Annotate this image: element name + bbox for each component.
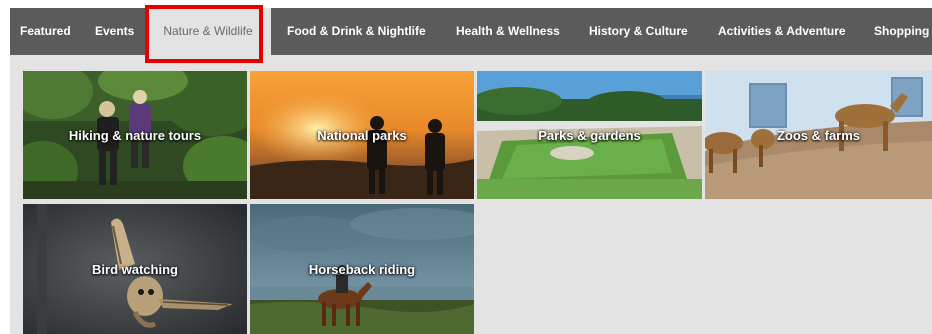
tab-health-wellness[interactable]: Health & Wellness [456, 8, 560, 55]
category-browser: Featured Events Nature & Wildlife Food &… [10, 8, 932, 334]
tab-nature-wildlife[interactable]: Nature & Wildlife [145, 8, 271, 55]
tab-activities-adventure[interactable]: Activities & Adventure [718, 8, 846, 55]
tab-featured[interactable]: Featured [20, 8, 71, 55]
tile-label: National parks [317, 128, 407, 143]
tile-label: Zoos & farms [776, 128, 861, 143]
tile-zoos-farms[interactable]: Zoos & farms [705, 71, 932, 199]
tab-food-drink-nightlife[interactable]: Food & Drink & Nightlife [287, 8, 426, 55]
tile-national-parks[interactable]: National parks [250, 71, 474, 199]
tile-parks-gardens[interactable]: Parks & gardens [477, 71, 702, 199]
tile-label: Bird watching [92, 262, 178, 277]
tile-hiking-nature-tours[interactable]: Hiking & nature tours [23, 71, 247, 199]
tile-bird-watching[interactable]: Bird watching [23, 204, 247, 334]
tile-horseback-riding[interactable]: Horseback riding [250, 204, 474, 334]
tile-label: Hiking & nature tours [68, 128, 202, 143]
tile-label: Horseback riding [308, 262, 416, 277]
tile-label: Parks & gardens [538, 128, 641, 143]
tab-events[interactable]: Events [95, 8, 134, 55]
tab-history-culture[interactable]: History & Culture [589, 8, 688, 55]
tab-shopping[interactable]: Shopping [874, 8, 929, 55]
category-nav-bar: Featured Events Nature & Wildlife Food &… [10, 8, 932, 55]
